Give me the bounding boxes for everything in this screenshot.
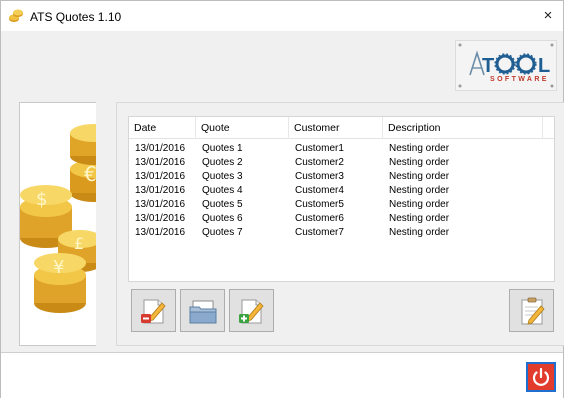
- delete-quote-icon: [141, 299, 166, 324]
- table-row[interactable]: 13/01/2016 Quotes 1 Customer1 Nesting or…: [129, 142, 554, 156]
- power-icon: [532, 367, 550, 386]
- cell-description: Nesting order: [389, 157, 450, 168]
- add-quote-icon: [239, 299, 264, 324]
- cell-quote: Quotes 7: [202, 227, 243, 238]
- column-header-customer[interactable]: Customer: [289, 117, 383, 139]
- footer-bar: [1, 353, 563, 398]
- cell-description: Nesting order: [389, 213, 450, 224]
- svg-text:€: €: [84, 162, 96, 186]
- open-folder-icon: [189, 300, 217, 324]
- main-window: ATS Quotes 1.10 × T L SOFTWARE € $ £ ¥ D…: [0, 0, 564, 398]
- cell-customer: Customer7: [295, 227, 344, 238]
- table-row[interactable]: 13/01/2016 Quotes 6 Customer6 Nesting or…: [129, 212, 554, 226]
- coins-illustration-panel: € $ £ ¥: [19, 102, 96, 346]
- cell-date: 13/01/2016: [135, 227, 186, 238]
- cell-description: Nesting order: [389, 185, 450, 196]
- svg-text:L: L: [538, 55, 550, 77]
- cell-date: 13/01/2016: [135, 171, 186, 182]
- svg-text:¥: ¥: [53, 257, 64, 278]
- column-header-quote[interactable]: Quote: [196, 117, 289, 139]
- cell-customer: Customer4: [295, 185, 344, 196]
- column-header-description[interactable]: Description: [383, 117, 543, 139]
- cell-date: 13/01/2016: [135, 143, 186, 154]
- table-row[interactable]: 13/01/2016 Quotes 3 Customer3 Nesting or…: [129, 170, 554, 184]
- atool-software-logo: T L SOFTWARE: [455, 40, 557, 91]
- cell-quote: Quotes 5: [202, 199, 243, 210]
- cell-date: 13/01/2016: [135, 213, 186, 224]
- table-row[interactable]: 13/01/2016 Quotes 4 Customer4 Nesting or…: [129, 184, 554, 198]
- gold-coins-image: € $ £ ¥: [20, 124, 96, 313]
- cell-customer: Customer2: [295, 157, 344, 168]
- cell-date: 13/01/2016: [135, 185, 186, 196]
- edit-report-icon: [521, 297, 545, 325]
- cell-date: 13/01/2016: [135, 157, 186, 168]
- cell-quote: Quotes 6: [202, 213, 243, 224]
- table-row[interactable]: 13/01/2016 Quotes 7 Customer7 Nesting or…: [129, 226, 554, 240]
- open-quote-button[interactable]: [180, 289, 225, 332]
- coins-app-icon: [9, 9, 23, 22]
- cell-quote: Quotes 1: [202, 143, 243, 154]
- svg-text:£: £: [74, 234, 84, 253]
- list-header: Date Quote Customer Description: [129, 117, 554, 139]
- window-title: ATS Quotes 1.10: [30, 10, 122, 24]
- edit-report-button[interactable]: [509, 289, 554, 332]
- cell-description: Nesting order: [389, 199, 450, 210]
- cell-date: 13/01/2016: [135, 199, 186, 210]
- cell-customer: Customer5: [295, 199, 344, 210]
- cell-quote: Quotes 4: [202, 185, 243, 196]
- add-quote-button[interactable]: [229, 289, 274, 332]
- cell-customer: Customer3: [295, 171, 344, 182]
- cell-description: Nesting order: [389, 143, 450, 154]
- close-button[interactable]: ×: [533, 1, 563, 31]
- table-row[interactable]: 13/01/2016 Quotes 5 Customer5 Nesting or…: [129, 198, 554, 212]
- cell-customer: Customer1: [295, 143, 344, 154]
- svg-text:$: $: [36, 189, 47, 210]
- table-row[interactable]: 13/01/2016 Quotes 2 Customer2 Nesting or…: [129, 156, 554, 170]
- exit-button[interactable]: [526, 362, 556, 392]
- logo-subtitle: SOFTWARE: [490, 76, 549, 83]
- quotes-list[interactable]: Date Quote Customer Description 13/01/20…: [128, 116, 555, 282]
- cell-customer: Customer6: [295, 213, 344, 224]
- svg-text:T: T: [482, 55, 494, 77]
- column-header-date[interactable]: Date: [129, 117, 196, 139]
- delete-quote-button[interactable]: [131, 289, 176, 332]
- cell-quote: Quotes 2: [202, 157, 243, 168]
- cell-description: Nesting order: [389, 171, 450, 182]
- cell-quote: Quotes 3: [202, 171, 243, 182]
- cell-description: Nesting order: [389, 227, 450, 238]
- title-bar: ATS Quotes 1.10 ×: [1, 1, 563, 31]
